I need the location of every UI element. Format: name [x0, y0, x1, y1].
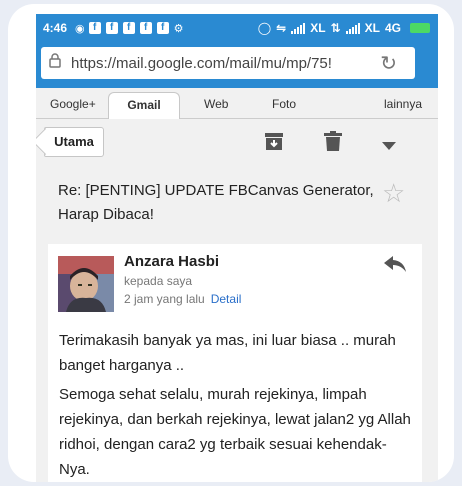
carrier-label: XL	[364, 21, 380, 35]
back-button[interactable]: Utama	[44, 127, 104, 157]
back-label: Utama	[54, 134, 94, 149]
carrier-label: XL	[310, 21, 326, 35]
tab-googleplus[interactable]: Google+	[50, 97, 96, 111]
recipient-label: kepada saya	[124, 274, 193, 288]
facebook-icon: f	[139, 22, 152, 34]
time-ago: 2 jam yang lalu	[124, 292, 205, 306]
device-frame: 4:46 ◉ f f f f f ⚙ ◯ ⇋ XL ⇅ XL 4G https:…	[8, 4, 454, 482]
message-paragraph: Terimakasih banyak ya mas, ini luar bias…	[59, 332, 396, 374]
network-type-label: 4G	[384, 21, 401, 35]
detail-link[interactable]: Detail	[211, 292, 242, 306]
sender-name: Anzara Hasbi	[124, 253, 220, 270]
sync-icon: ◯	[257, 21, 272, 35]
status-bar: 4:46 ◉ f f f f f ⚙ ◯ ⇋ XL ⇅ XL 4G	[36, 14, 438, 42]
settings-icon: ⚙	[173, 22, 184, 35]
google-nav-tabs: Google+ Gmail Web Foto lainnya	[36, 88, 438, 119]
facebook-icon: f	[105, 22, 118, 34]
battery-icon	[410, 23, 430, 33]
reply-icon[interactable]	[384, 256, 406, 277]
message-paragraph: Semoga sehat selalu, murah rejekinya, li…	[59, 386, 411, 478]
tab-foto[interactable]: Foto	[272, 97, 296, 111]
signal-icon	[345, 22, 360, 34]
whatsapp-icon: ◉	[75, 22, 85, 35]
vibrate-icon: ⇋	[276, 21, 287, 35]
signal-icon	[291, 22, 306, 34]
reload-icon[interactable]: ↻	[380, 51, 397, 76]
lock-icon	[49, 53, 71, 73]
facebook-icon: f	[156, 22, 169, 34]
star-icon[interactable]: ☆	[382, 178, 405, 209]
status-time: 4:46	[43, 21, 68, 35]
facebook-icon: f	[122, 22, 135, 34]
data-transfer-icon: ⇅	[330, 21, 341, 35]
dropdown-icon[interactable]	[382, 137, 396, 155]
avatar[interactable]	[58, 256, 114, 312]
address-bar[interactable]: https://mail.google.com/mail/mu/mp/75! ↻	[41, 47, 415, 79]
tab-gmail[interactable]: Gmail	[108, 92, 180, 119]
timestamp: 2 jam yang lalu Detail	[124, 292, 241, 306]
url-text[interactable]: https://mail.google.com/mail/mu/mp/75!	[71, 55, 355, 72]
email-subject: Re: [PENTING] UPDATE FBCanvas Generator,…	[58, 182, 374, 223]
facebook-icon: f	[88, 22, 101, 34]
mail-toolbar: Utama	[36, 119, 438, 165]
phone-screen: 4:46 ◉ f f f f f ⚙ ◯ ⇋ XL ⇅ XL 4G https:…	[36, 14, 438, 482]
archive-icon[interactable]	[264, 131, 284, 156]
tab-lainnya[interactable]: lainnya	[384, 97, 422, 111]
message-card: Anzara Hasbi kepada saya 2 jam yang lalu…	[48, 244, 422, 482]
tab-web[interactable]: Web	[204, 97, 228, 111]
browser-address-area: https://mail.google.com/mail/mu/mp/75! ↻	[36, 42, 438, 88]
trash-icon[interactable]	[324, 131, 342, 156]
